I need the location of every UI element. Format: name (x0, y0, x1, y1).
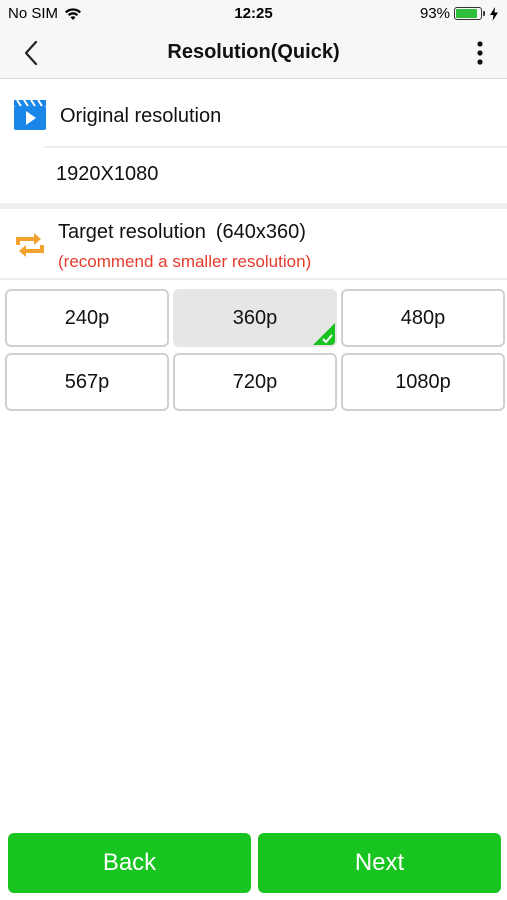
option-label: 360p (232, 306, 278, 329)
battery-percent: 93% (419, 5, 450, 22)
next-button[interactable]: Next (258, 833, 501, 893)
resolution-option-360p[interactable]: 360p (173, 289, 337, 347)
option-label: 567p (64, 370, 110, 393)
page-title: Resolution(Quick) (167, 41, 340, 63)
convert-arrows-icon (16, 233, 44, 257)
resolution-option-567p[interactable]: 567p (5, 353, 169, 411)
option-label: 240p (64, 306, 110, 329)
back-button[interactable]: Back (8, 833, 251, 893)
divider (44, 146, 507, 148)
status-bar: No SIM 12:25 93% (0, 0, 507, 28)
target-resolution-title: Target resolution (58, 221, 206, 243)
charging-bolt-icon (490, 6, 498, 21)
selected-check-icon (313, 323, 335, 345)
video-clapper-icon (14, 100, 46, 130)
more-options-button[interactable] (465, 38, 495, 68)
option-label: 480p (400, 306, 446, 329)
vertical-dots-icon (477, 41, 483, 65)
battery-group: 93% (420, 5, 499, 22)
resolution-option-720p[interactable]: 720p (173, 353, 337, 411)
option-label: 720p (232, 370, 278, 393)
divider (0, 278, 507, 280)
battery-icon (454, 7, 485, 20)
original-resolution-header: Original resolution (0, 79, 507, 147)
battery-level-fill (456, 9, 477, 18)
resolution-options-grid: 240p 360p 480p 567p 720p 1080p (5, 289, 505, 411)
original-resolution-label: Original resolution (60, 105, 222, 127)
target-resolution-hint: (recommend a smaller resolution) (58, 252, 312, 271)
navigation-bar: Resolution(Quick) (0, 28, 507, 79)
resolution-option-1080p[interactable]: 1080p (341, 353, 505, 411)
resolution-option-480p[interactable]: 480p (341, 289, 505, 347)
resolution-option-240p[interactable]: 240p (5, 289, 169, 347)
option-label: 1080p (395, 370, 451, 393)
target-resolution-label: Target resolution (640x360) (58, 221, 316, 244)
section-separator (0, 203, 507, 209)
original-resolution-value: 1920X1080 (56, 163, 159, 185)
target-resolution-current: (640x360) (215, 221, 306, 243)
